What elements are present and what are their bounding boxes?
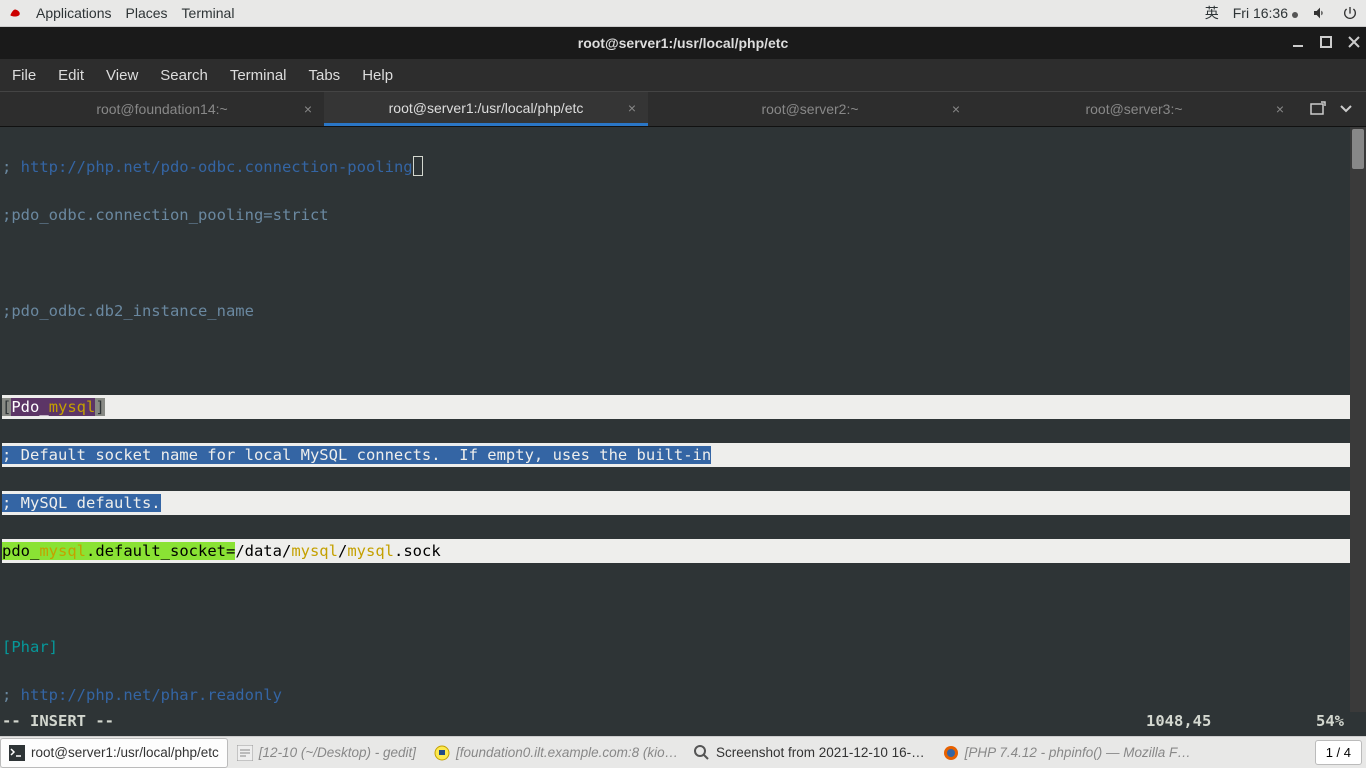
taskbar-item[interactable]: [12-10 (~/Desktop) - gedit] [228,738,425,768]
taskbar-item[interactable]: [foundation0.ilt.example.com:8 (kio… [425,738,685,768]
terminal-tab-active[interactable]: root@server1:/usr/local/php/etc× [324,92,648,126]
terminal-tab[interactable]: root@server3:~× [972,92,1296,126]
clock[interactable]: Fri 16:36 [1233,5,1298,21]
vim-url: http://php.net/phar.readonly [21,686,282,704]
ime-indicator[interactable]: 英 [1205,3,1219,23]
vim-highlight-block: [Pdo_mysql] [2,395,1364,419]
menu-terminal[interactable]: Terminal [224,63,293,88]
power-icon[interactable] [1342,5,1358,21]
vim-highlight-block: ; Default socket name for local MySQL co… [2,443,1364,467]
menu-applications[interactable]: Applications [36,5,112,21]
vim-url: http://php.net/pdo-odbc.connection-pooli… [21,158,413,176]
taskbar-item[interactable]: [PHP 7.4.12 - phpinfo() — Mozilla F… [934,738,1194,768]
remote-icon [434,745,450,761]
menu-file[interactable]: File [6,63,42,88]
taskbar-label: Screenshot from 2021-12-10 16-… [716,745,925,760]
window-titlebar: root@server1:/usr/local/php/etc [0,27,1366,59]
terminal-tab[interactable]: root@foundation14:~× [0,92,324,126]
vim-section: [ [2,398,11,416]
vim-section: [Phar] [2,635,1364,659]
chevron-down-icon[interactable] [1340,105,1352,113]
menu-places[interactable]: Places [126,5,168,21]
menu-edit[interactable]: Edit [52,63,90,88]
taskbar-item[interactable]: root@server1:/usr/local/php/etc [0,738,228,768]
menu-view[interactable]: View [100,63,144,88]
taskbar-label: [foundation0.ilt.example.com:8 (kio… [456,745,678,760]
vim-mode: -- INSERT -- [2,712,114,736]
taskbar-label: [12-10 (~/Desktop) - gedit] [259,745,416,760]
vim-line: ;pdo_odbc.connection_pooling=strict [2,203,1364,227]
vim-cursor-pos: 1048,45 [1146,712,1296,736]
image-viewer-icon [694,745,710,761]
vim-scroll-pct: 54% [1296,712,1366,736]
terminal-tab[interactable]: root@server2:~× [648,92,972,126]
taskbar-label: [PHP 7.4.12 - phpinfo() — Mozilla F… [965,745,1191,760]
window-title: root@server1:/usr/local/php/etc [578,35,789,51]
scrollbar-thumb[interactable] [1352,129,1364,169]
vim-highlight-block: ; MySQL defaults. [2,491,1364,515]
close-button[interactable] [1348,35,1360,51]
tab-close-icon[interactable]: × [304,101,312,117]
terminal-menubar: File Edit View Search Terminal Tabs Help [0,59,1366,91]
vim-line: ; [2,686,21,704]
tab-close-icon[interactable]: × [952,101,960,117]
new-tab-icon[interactable] [1310,101,1326,117]
volume-icon[interactable] [1312,5,1328,21]
gnome-topbar: Applications Places Terminal 英 Fri 16:36 [0,0,1366,27]
firefox-icon [943,745,959,761]
menu-search[interactable]: Search [154,63,214,88]
minimize-button[interactable] [1292,35,1304,51]
menu-terminal[interactable]: Terminal [182,5,235,21]
taskbar-item[interactable]: Screenshot from 2021-12-10 16-… [685,738,934,768]
taskbar-label: root@server1:/usr/local/php/etc [31,745,219,760]
gedit-icon [237,745,253,761]
maximize-button[interactable] [1320,35,1332,51]
tab-close-icon[interactable]: × [1276,101,1284,117]
terminal-body[interactable]: ; http://php.net/pdo-odbc.connection-poo… [0,127,1366,712]
terminal-icon [9,745,25,761]
menu-tabs[interactable]: Tabs [303,63,347,88]
workspace-indicator[interactable]: 1 / 4 [1315,740,1362,765]
tab-close-icon[interactable]: × [628,100,636,116]
vim-statusline: -- INSERT -- 1048,45 54% [0,712,1366,736]
vim-line: ; [2,158,21,176]
text-cursor [413,156,423,176]
terminal-scrollbar[interactable] [1350,127,1366,712]
vim-highlight-block: pdo_mysql.default_socket=/data/mysql/mys… [2,539,1364,563]
menu-help[interactable]: Help [356,63,399,88]
terminal-tabbar: root@foundation14:~× root@server1:/usr/l… [0,91,1366,127]
redhat-icon [8,6,22,20]
gnome-taskbar: root@server1:/usr/local/php/etc [12-10 (… [0,736,1366,768]
vim-line: ;pdo_odbc.db2_instance_name [2,299,1364,323]
